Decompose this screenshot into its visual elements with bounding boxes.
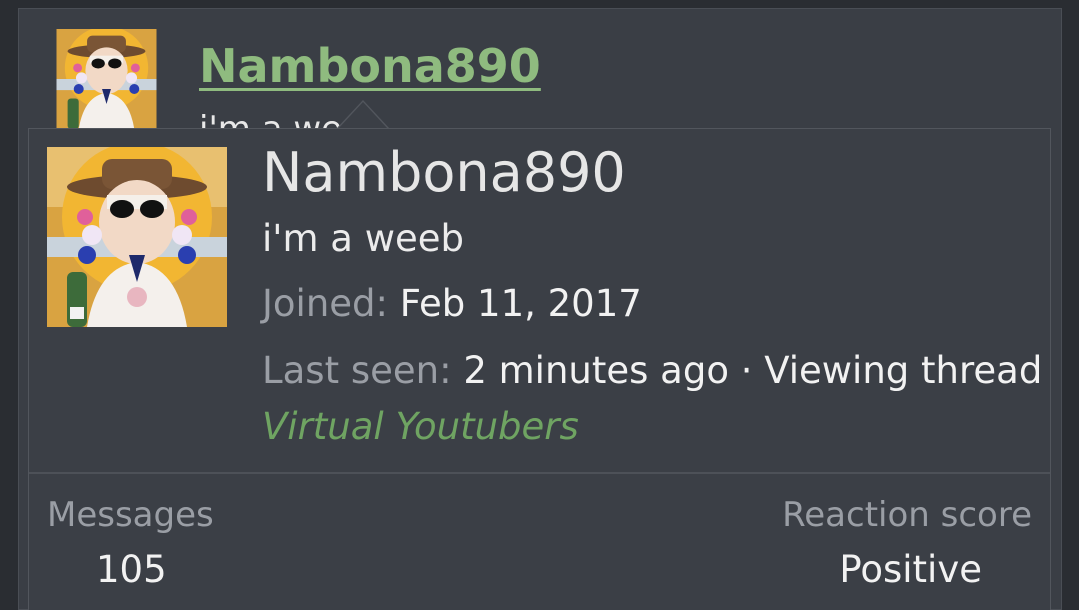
reaction-score-value[interactable]: Positive: [839, 548, 982, 591]
messages-label: Messages: [47, 495, 214, 535]
avatar-image-icon: [56, 29, 157, 129]
joined-label: Joined:: [262, 282, 388, 325]
popup-arrow-fill: [338, 102, 388, 129]
divider: [29, 472, 1050, 474]
viewing-thread-link[interactable]: Virtual Youtubers: [262, 405, 579, 448]
popup-username[interactable]: Nambona890: [262, 141, 626, 204]
member-tooltip-card: Nambona890 i'm a weeb Joined: Feb 11, 20…: [28, 128, 1051, 610]
post-username-link[interactable]: Nambona890: [199, 39, 541, 93]
last-seen-value: 2 minutes ago · Viewing thread: [463, 349, 1043, 392]
joined-row: Joined: Feb 11, 2017: [262, 282, 642, 325]
post-avatar[interactable]: [39, 29, 174, 129]
avatar-image-icon: [47, 147, 227, 327]
joined-value: Feb 11, 2017: [399, 282, 642, 325]
popup-user-title: i'm a weeb: [262, 217, 464, 260]
last-seen-label: Last seen:: [262, 349, 452, 392]
popup-avatar[interactable]: [47, 147, 227, 327]
reaction-score-label: Reaction score: [782, 495, 1032, 535]
page: Nambona890 i'm a weeb Nambona890 i'm a w…: [0, 0, 1079, 610]
messages-value[interactable]: 105: [96, 548, 167, 591]
last-seen-row: Last seen: 2 minutes ago · Viewing threa…: [262, 349, 1042, 392]
